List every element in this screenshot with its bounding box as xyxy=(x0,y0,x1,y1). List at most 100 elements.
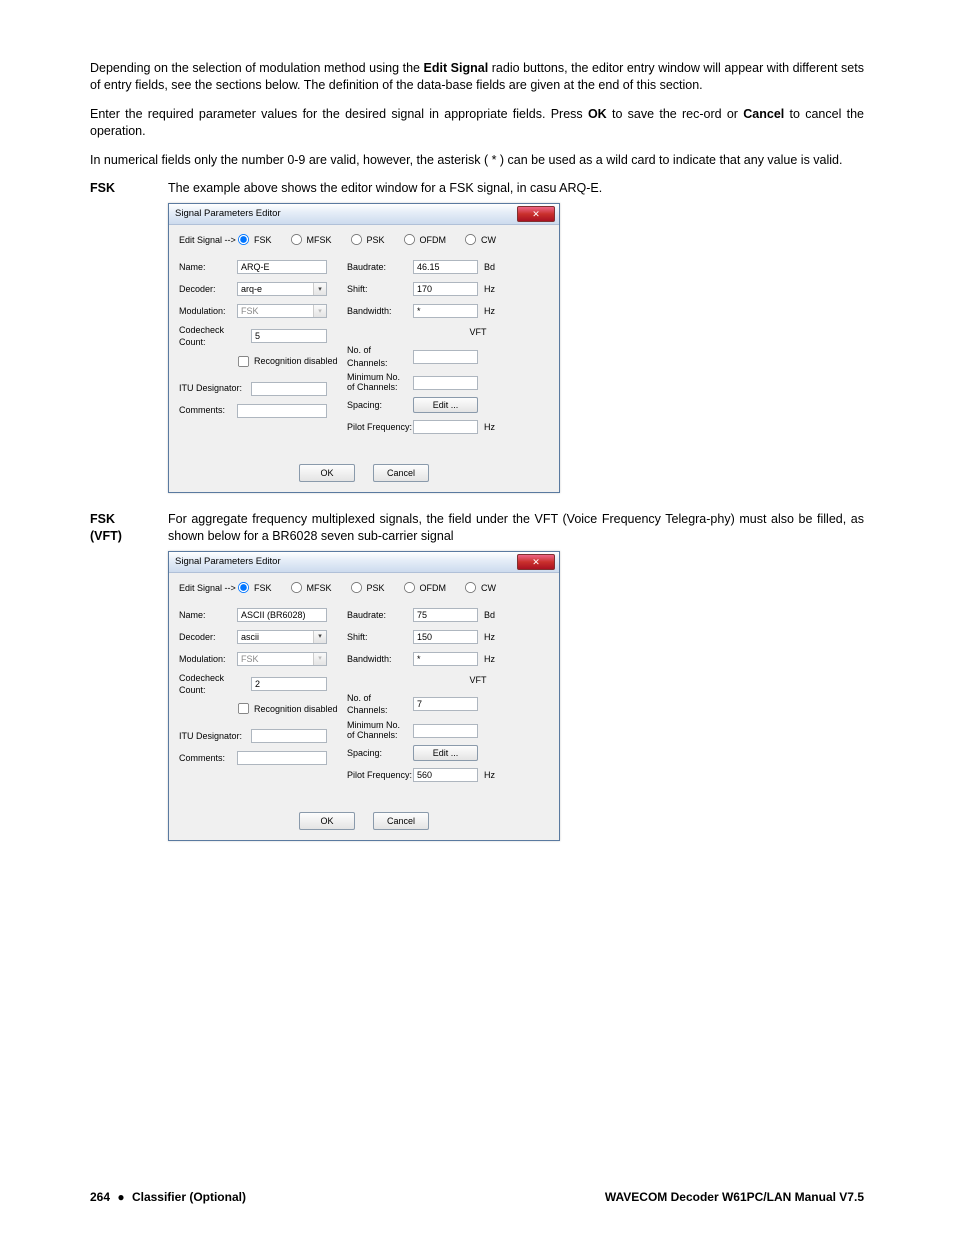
modulation-label: Modulation: xyxy=(179,653,237,665)
name-label: Name: xyxy=(179,609,237,621)
radio-psk-label: PSK xyxy=(367,582,385,594)
fsk-heading: FSK xyxy=(90,180,168,197)
edit-spacing-button[interactable]: Edit ... xyxy=(413,745,478,761)
codecheck-input[interactable]: 2 xyxy=(251,677,327,691)
name-input[interactable]: ASCII (BR6028) xyxy=(237,608,327,622)
vft-group-label: VFT xyxy=(407,326,549,338)
vft-group-label: VFT xyxy=(407,674,549,686)
radio-mfsk[interactable]: MFSK xyxy=(290,233,332,246)
shift-input[interactable]: 170 xyxy=(413,282,478,296)
minchannels-input[interactable] xyxy=(413,724,478,738)
decoder-label: Decoder: xyxy=(179,283,237,295)
bandwidth-label: Bandwidth: xyxy=(347,305,413,317)
page-number: 264 xyxy=(90,1190,110,1204)
radio-psk[interactable]: PSK xyxy=(350,581,385,594)
vft-heading: FSK(VFT) xyxy=(90,511,168,545)
radio-cw[interactable]: CW xyxy=(464,581,496,594)
edit-signal-label: Edit Signal --> xyxy=(179,582,237,594)
p2c: to save the rec-ord or xyxy=(607,107,744,121)
itu-input[interactable] xyxy=(251,382,327,396)
radio-cw[interactable]: CW xyxy=(464,233,496,246)
baudrate-label: Baudrate: xyxy=(347,261,413,273)
comments-input[interactable] xyxy=(237,751,327,765)
comments-input[interactable] xyxy=(237,404,327,418)
radio-ofdm-label: OFDM xyxy=(420,234,447,246)
p1a: Depending on the selection of modulation… xyxy=(90,61,424,75)
unit-hz: Hz xyxy=(484,421,502,433)
itu-label: ITU Designator: xyxy=(179,730,251,742)
unit-hz: Hz xyxy=(484,631,502,643)
spacing-label: Spacing: xyxy=(347,747,413,759)
close-button[interactable]: ✕ xyxy=(517,554,555,570)
itu-input[interactable] xyxy=(251,729,327,743)
channels-input[interactable]: 7 xyxy=(413,697,478,711)
cancel-button[interactable]: Cancel xyxy=(373,464,429,482)
vft-text: For aggregate frequency multiplexed sign… xyxy=(168,511,864,545)
modulation-label: Modulation: xyxy=(179,305,237,317)
close-button[interactable]: ✕ xyxy=(517,206,555,222)
baudrate-label: Baudrate: xyxy=(347,609,413,621)
ok-button[interactable]: OK xyxy=(299,812,355,830)
decoder-label: Decoder: xyxy=(179,631,237,643)
cancel-button[interactable]: Cancel xyxy=(373,812,429,830)
pilot-input[interactable]: 560 xyxy=(413,768,478,782)
page-footer: 264 ● Classifier (Optional) WAVECOM Deco… xyxy=(90,1189,864,1205)
channels-input[interactable] xyxy=(413,350,478,364)
bandwidth-input[interactable]: * xyxy=(413,304,478,318)
recognition-checkbox[interactable]: Recognition disabled xyxy=(237,355,347,368)
shift-label: Shift: xyxy=(347,631,413,643)
channels-label: No. of Channels: xyxy=(347,344,413,368)
radio-ofdm[interactable]: OFDM xyxy=(403,233,447,246)
unit-bd: Bd xyxy=(484,261,502,273)
minchannels-input[interactable] xyxy=(413,376,478,390)
unit-hz: Hz xyxy=(484,305,502,317)
p2a: Enter the required parameter values for … xyxy=(90,107,588,121)
baudrate-input[interactable]: 75 xyxy=(413,608,478,622)
recognition-label: Recognition disabled xyxy=(254,703,338,715)
bandwidth-label: Bandwidth: xyxy=(347,653,413,665)
minchannels-label: Minimum No.of Channels: xyxy=(347,721,413,741)
spacing-label: Spacing: xyxy=(347,399,413,411)
para-2: Enter the required parameter values for … xyxy=(90,106,864,140)
decoder-select[interactable]: arq-e▾ xyxy=(237,282,327,296)
decoder-select[interactable]: ascii▾ xyxy=(237,630,327,644)
radio-cw-label: CW xyxy=(481,582,496,594)
modulation-select[interactable]: FSK▾ xyxy=(237,652,327,666)
unit-hz: Hz xyxy=(484,769,502,781)
shift-input[interactable]: 150 xyxy=(413,630,478,644)
recognition-checkbox[interactable]: Recognition disabled xyxy=(237,702,347,715)
close-icon: ✕ xyxy=(532,558,540,567)
radio-fsk[interactable]: FSK xyxy=(237,233,272,246)
pilot-input[interactable] xyxy=(413,420,478,434)
shift-label: Shift: xyxy=(347,283,413,295)
modulation-select[interactable]: FSK▾ xyxy=(237,304,327,318)
fsk-text: The example above shows the editor windo… xyxy=(168,180,864,197)
close-icon: ✕ xyxy=(532,210,540,219)
edit-spacing-button[interactable]: Edit ... xyxy=(413,397,478,413)
comments-label: Comments: xyxy=(179,752,237,764)
radio-fsk[interactable]: FSK xyxy=(237,581,272,594)
radio-psk[interactable]: PSK xyxy=(350,233,385,246)
unit-hz: Hz xyxy=(484,653,502,665)
para-1: Depending on the selection of modulation… xyxy=(90,60,864,94)
footer-product: WAVECOM Decoder W61PC/LAN Manual V7.5 xyxy=(605,1189,864,1205)
radio-ofdm[interactable]: OFDM xyxy=(403,581,447,594)
radio-fsk-label: FSK xyxy=(254,582,272,594)
radio-mfsk-label: MFSK xyxy=(307,234,332,246)
baudrate-input[interactable]: 46.15 xyxy=(413,260,478,274)
signal-editor-dialog-1: Signal Parameters Editor ✕ Edit Signal -… xyxy=(168,203,560,493)
chevron-down-icon: ▾ xyxy=(313,653,326,665)
codecheck-label: Codecheck Count: xyxy=(179,672,251,696)
name-input[interactable]: ARQ-E xyxy=(237,260,327,274)
p2b: OK xyxy=(588,107,607,121)
dialog-title: Signal Parameters Editor xyxy=(175,556,517,569)
name-label: Name: xyxy=(179,261,237,273)
codecheck-input[interactable]: 5 xyxy=(251,329,327,343)
itu-label: ITU Designator: xyxy=(179,382,251,394)
bandwidth-input[interactable]: * xyxy=(413,652,478,666)
signal-editor-dialog-2: Signal Parameters Editor ✕ Edit Signal -… xyxy=(168,551,560,841)
ok-button[interactable]: OK xyxy=(299,464,355,482)
unit-hz: Hz xyxy=(484,283,502,295)
radio-mfsk[interactable]: MFSK xyxy=(290,581,332,594)
footer-section: Classifier (Optional) xyxy=(132,1190,246,1204)
